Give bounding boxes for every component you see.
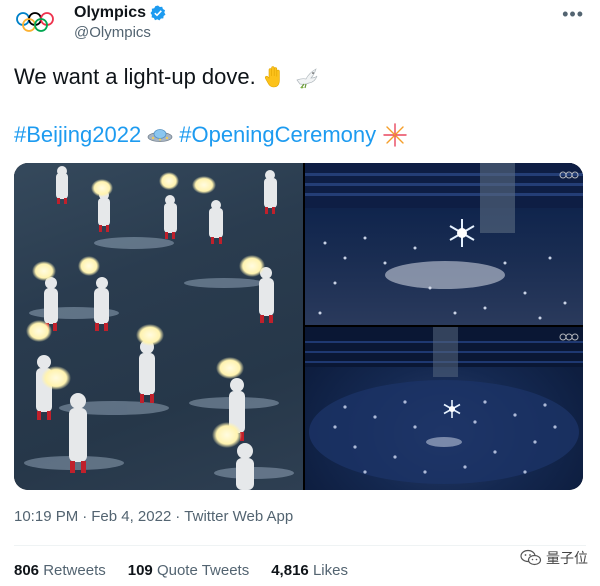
tweet-header: Olympics @Olympics ••• [14, 2, 586, 48]
likes-stat[interactable]: 4,816 Likes [271, 562, 348, 579]
retweets-stat[interactable]: 806 Retweets [14, 562, 106, 579]
performers-scene [24, 166, 294, 490]
olympic-rings-avatar[interactable] [14, 8, 56, 38]
stadium-scene-top [305, 163, 583, 320]
quote-tweets-stat[interactable]: 109 Quote Tweets [128, 562, 249, 579]
waving-hand-icon [264, 66, 280, 88]
verified-badge-icon [150, 5, 166, 21]
watermark: 量子位 [520, 548, 588, 568]
meta-separator: · [82, 508, 88, 525]
tweet-date[interactable]: Feb 4, 2022 [91, 508, 171, 525]
hashtag-beijing2022[interactable]: #Beijing2022 [14, 120, 141, 150]
tweet-text-body: We want a light-up dove. [14, 64, 256, 89]
hashtag-openingceremony[interactable]: #OpeningCeremony [179, 120, 376, 150]
stadium-overview-photo[interactable] [305, 327, 583, 490]
tweet-media-grid [14, 163, 583, 490]
quote-tweets-label: Quote Tweets [156, 562, 250, 579]
watermark-text: 量子位 [546, 550, 588, 566]
retweets-count: 806 [14, 562, 40, 579]
divider [14, 545, 586, 546]
stadium-scene-bottom [305, 327, 583, 484]
meta-separator: · [175, 508, 181, 525]
account-name[interactable]: Olympics [74, 4, 146, 22]
hashtags: #Beijing2022 #OpeningCeremony [14, 120, 408, 150]
performers-photo[interactable] [14, 163, 303, 490]
tweet-text: We want a light-up dove. [14, 62, 320, 92]
flying-saucer-icon [147, 129, 173, 142]
retweets-label: Retweets [43, 562, 106, 579]
name-row: Olympics [74, 4, 166, 22]
likes-label: Likes [312, 562, 348, 579]
stadium-snowflake-photo[interactable] [305, 163, 583, 325]
tweet-source[interactable]: Twitter Web App [184, 508, 293, 525]
tweet-time[interactable]: 10:19 PM [14, 508, 78, 525]
tweet-stats: 806 Retweets 109 Quote Tweets 4,816 Like… [14, 562, 348, 579]
account-handle[interactable]: @Olympics [74, 24, 151, 41]
more-options-icon[interactable]: ••• [562, 4, 584, 25]
fireworks-icon [383, 123, 407, 147]
dove-icon [296, 68, 318, 89]
wechat-icon [520, 549, 542, 566]
tweet-meta: 10:19 PM · Feb 4, 2022 · Twitter Web App [14, 508, 293, 525]
quote-tweets-count: 109 [127, 562, 153, 579]
likes-count: 4,816 [271, 562, 309, 579]
